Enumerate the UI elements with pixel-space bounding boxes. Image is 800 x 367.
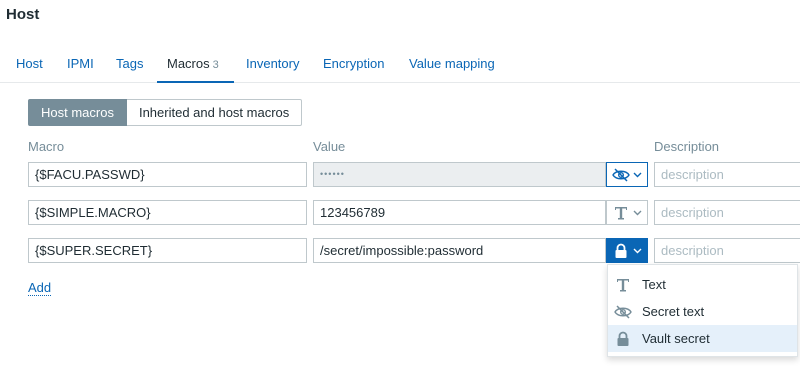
- value-type-selector[interactable]: [606, 162, 648, 187]
- macro-view-toggle: Host macros Inherited and host macros: [28, 99, 303, 126]
- text-t-icon: [614, 276, 632, 294]
- inherited-macros-button[interactable]: Inherited and host macros: [126, 99, 303, 126]
- tab-value-mapping[interactable]: Value mapping: [409, 52, 495, 83]
- eye-slash-icon: [614, 303, 632, 321]
- tab-label: Inventory: [246, 56, 300, 71]
- menu-item-label: Secret text: [642, 304, 705, 319]
- menu-item-text[interactable]: Text: [608, 271, 797, 298]
- description-input[interactable]: description: [654, 238, 800, 263]
- tab-macros[interactable]: Macros 3: [157, 52, 234, 83]
- menu-item-vault-secret[interactable]: Vault secret: [608, 325, 797, 352]
- chevron-down-icon: [631, 169, 643, 181]
- value-column-header: Value: [313, 139, 346, 154]
- macro-value-input: ••••••: [313, 162, 606, 187]
- tab-inventory[interactable]: Inventory: [246, 52, 299, 83]
- tab-label: Tags: [116, 56, 144, 71]
- description-input[interactable]: description: [654, 162, 800, 187]
- lock-icon: [611, 242, 631, 260]
- tab-label: Host: [16, 56, 43, 71]
- macro-name-input[interactable]: {$SIMPLE.MACRO}: [28, 200, 307, 225]
- value-type-selector[interactable]: [606, 200, 648, 225]
- tab-label: Macros: [167, 56, 210, 71]
- macro-value-input[interactable]: 123456789: [313, 200, 606, 225]
- tab-tags[interactable]: Tags: [116, 52, 143, 83]
- eye-slash-icon: [611, 166, 631, 184]
- tab-bar: Host IPMI Tags Macros 3 Inventory Encrypt…: [0, 52, 800, 83]
- text-t-icon: [611, 204, 631, 222]
- menu-item-label: Vault secret: [642, 331, 710, 346]
- tab-host[interactable]: Host: [16, 52, 43, 83]
- lock-icon: [614, 330, 632, 348]
- menu-item-secret-text[interactable]: Secret text: [608, 298, 797, 325]
- tab-ipmi[interactable]: IPMI: [67, 52, 94, 83]
- macro-name-input[interactable]: {$FACU.PASSWD}: [28, 162, 307, 187]
- description-input[interactable]: description: [654, 200, 800, 225]
- tab-encryption[interactable]: Encryption: [323, 52, 384, 83]
- host-macros-button[interactable]: Host macros: [28, 99, 127, 126]
- chevron-down-icon: [631, 245, 643, 257]
- tab-label: Value mapping: [409, 56, 495, 71]
- value-type-menu: Text Secret text Vault secret: [607, 264, 798, 357]
- macro-count-badge: 3: [212, 59, 219, 71]
- chevron-down-icon: [631, 207, 643, 219]
- add-macro-link[interactable]: Add: [28, 280, 52, 296]
- macro-column-header: Macro: [28, 139, 65, 154]
- menu-item-label: Text: [642, 277, 666, 292]
- description-column-header: Description: [654, 139, 720, 154]
- tab-label: IPMI: [67, 56, 94, 71]
- page-title: Host: [6, 6, 40, 23]
- tab-label: Encryption: [323, 56, 385, 71]
- macro-name-input[interactable]: {$SUPER.SECRET}: [28, 238, 307, 263]
- macro-value-input[interactable]: /secret/impossible:password: [313, 238, 606, 263]
- value-type-selector[interactable]: [606, 238, 648, 263]
